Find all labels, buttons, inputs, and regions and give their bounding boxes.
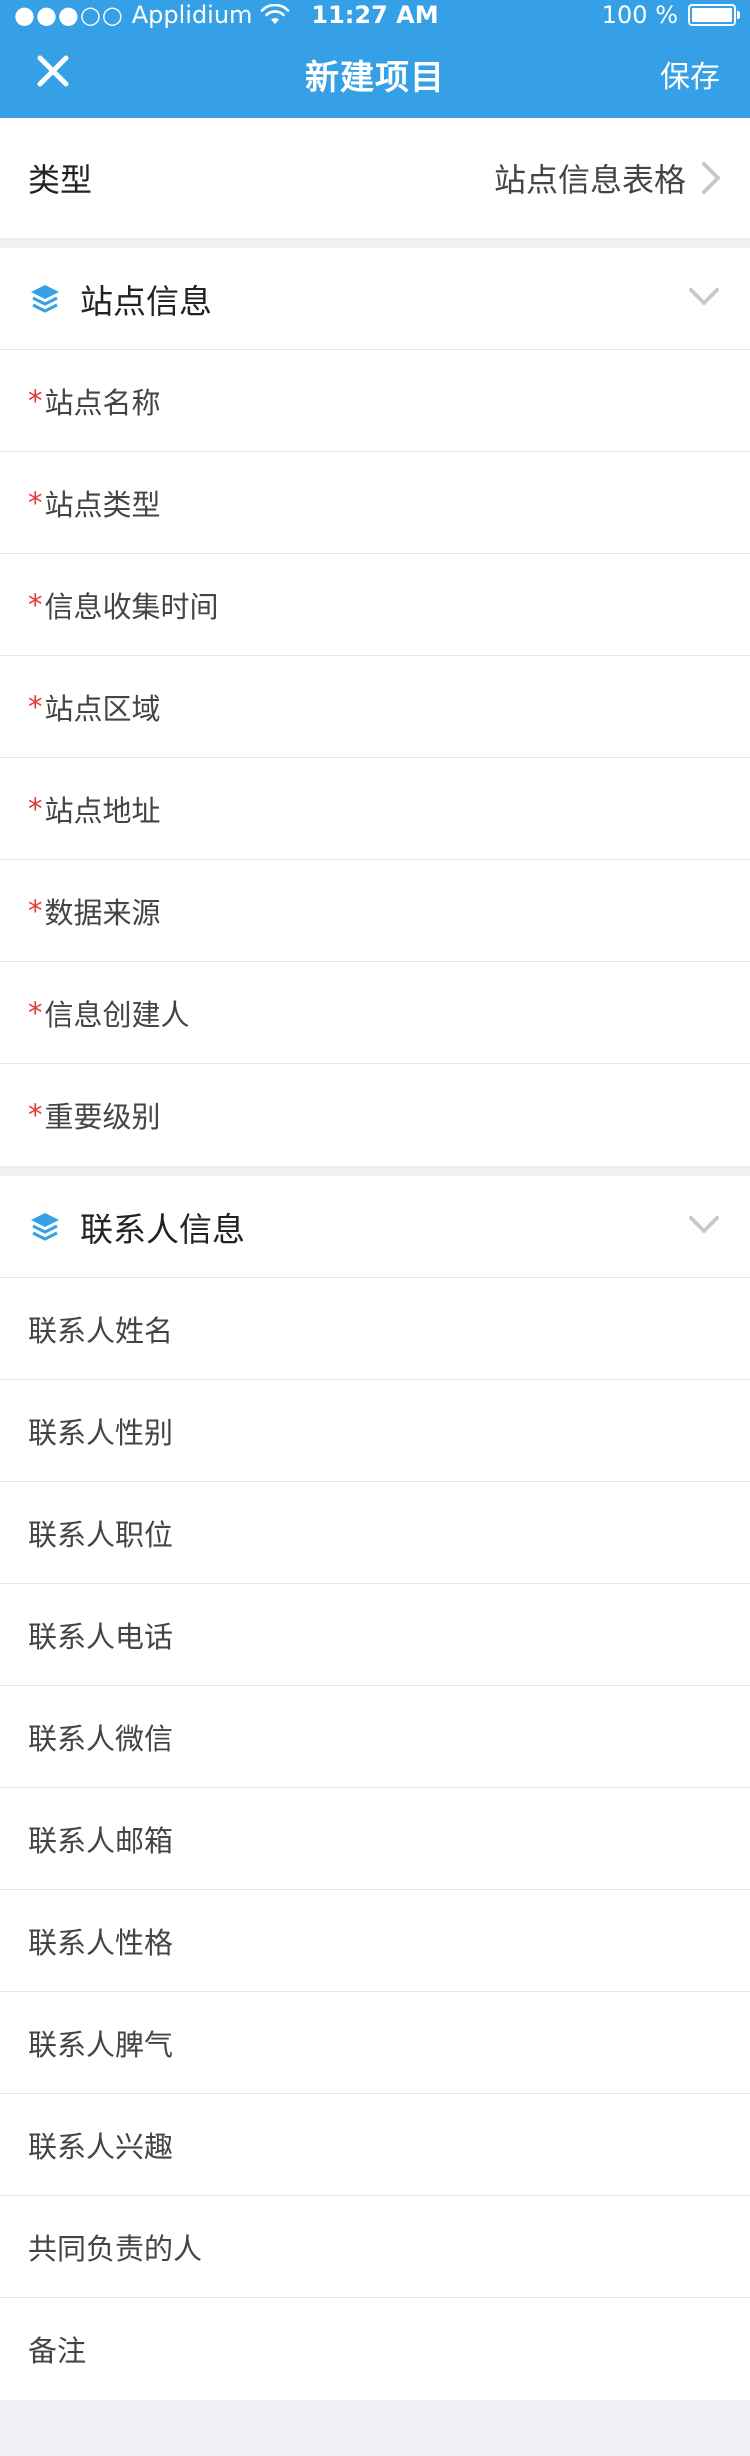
layers-icon <box>31 1212 59 1240</box>
app-header: ●●●○○ Applidium 11:27 AM 100 % 新建项目 保存 <box>0 0 750 118</box>
field-label: 共同负责的人 <box>28 2231 203 2266</box>
battery-icon <box>688 4 740 26</box>
field-co-owner[interactable]: 共同负责的人 <box>0 2196 750 2298</box>
field-label: 站点类型 <box>44 487 161 522</box>
field-contact-position[interactable]: 联系人职位 <box>0 1482 750 1584</box>
field-data-source[interactable]: * 数据来源 <box>0 860 750 962</box>
field-importance[interactable]: * 重要级别 <box>0 1064 750 1166</box>
chevron-down-icon[interactable] <box>688 286 720 308</box>
status-bar: ●●●○○ Applidium 11:27 AM 100 % <box>0 0 750 30</box>
field-site-type[interactable]: * 站点类型 <box>0 452 750 554</box>
required-mark: * <box>28 893 43 928</box>
field-label: 联系人邮箱 <box>28 1823 174 1858</box>
status-left: ●●●○○ Applidium <box>14 0 290 30</box>
nav-bar: 新建项目 保存 <box>0 30 750 118</box>
required-mark: * <box>28 383 43 418</box>
field-contact-gender[interactable]: 联系人性别 <box>0 1380 750 1482</box>
field-label: 联系人微信 <box>28 1721 174 1756</box>
section-site-info: 站点信息 * 站点名称 * 站点类型 * 信息收集时间 * 站点区域 * 站点地址 * 数据… <box>0 248 750 1166</box>
section-divider <box>0 1166 750 1176</box>
battery-percent: 100 % <box>601 1 678 29</box>
field-contact-name[interactable]: 联系人姓名 <box>0 1278 750 1380</box>
field-contact-interests[interactable]: 联系人兴趣 <box>0 2094 750 2196</box>
wifi-icon <box>261 4 290 24</box>
required-mark: * <box>28 485 43 520</box>
close-icon[interactable] <box>36 54 70 88</box>
required-mark: * <box>28 1098 43 1132</box>
type-selector-row[interactable]: 类型 站点信息表格 <box>0 118 750 238</box>
field-label: 站点名称 <box>44 385 161 420</box>
field-label: 数据来源 <box>44 895 161 930</box>
required-mark: * <box>28 791 43 826</box>
field-contact-phone[interactable]: 联系人电话 <box>0 1584 750 1686</box>
section-title: 站点信息 <box>80 281 212 321</box>
field-label: 信息收集时间 <box>44 589 219 624</box>
field-label: 联系人脾气 <box>28 2027 174 2062</box>
field-label: 联系人性别 <box>28 1415 174 1450</box>
carrier-name: Applidium <box>131 1 253 29</box>
field-label: 联系人电话 <box>28 1619 174 1654</box>
section-header[interactable]: 联系人信息 <box>0 1176 750 1278</box>
section-divider <box>0 238 750 248</box>
signal-strength: ●●●○○ <box>14 1 124 29</box>
type-value-group: 站点信息表格 <box>494 155 722 201</box>
field-label: 联系人职位 <box>28 1517 174 1552</box>
field-remarks[interactable]: 备注 <box>0 2298 750 2400</box>
section-title: 联系人信息 <box>80 1209 245 1249</box>
required-mark: * <box>28 587 43 622</box>
field-label: 联系人性格 <box>28 1925 174 1960</box>
field-site-name[interactable]: * 站点名称 <box>0 350 750 452</box>
field-contact-email[interactable]: 联系人邮箱 <box>0 1788 750 1890</box>
field-site-region[interactable]: * 站点区域 <box>0 656 750 758</box>
type-value: 站点信息表格 <box>493 161 686 199</box>
layers-icon <box>31 284 59 312</box>
field-collect-time[interactable]: * 信息收集时间 <box>0 554 750 656</box>
chevron-down-icon[interactable] <box>688 1214 720 1236</box>
field-contact-personality[interactable]: 联系人性格 <box>0 1890 750 1992</box>
field-label: 重要级别 <box>44 1100 161 1134</box>
save-button[interactable]: 保存 <box>660 52 720 96</box>
field-label: 联系人姓名 <box>28 1313 174 1348</box>
required-mark: * <box>28 995 43 1030</box>
page-title: 新建项目 <box>305 57 445 98</box>
field-label: 站点区域 <box>44 691 161 726</box>
section-contact-info: 联系人信息 联系人姓名 联系人性别 联系人职位 联系人电话 联系人微信 联系人邮… <box>0 1176 750 2400</box>
type-label: 类型 <box>28 161 93 199</box>
field-site-address[interactable]: * 站点地址 <box>0 758 750 860</box>
chevron-right-icon <box>702 162 720 194</box>
required-mark: * <box>28 689 43 724</box>
section-header[interactable]: 站点信息 <box>0 248 750 350</box>
field-label: 站点地址 <box>44 793 161 828</box>
field-label: 联系人兴趣 <box>28 2129 174 2164</box>
field-label: 信息创建人 <box>44 997 190 1032</box>
field-contact-wechat[interactable]: 联系人微信 <box>0 1686 750 1788</box>
status-right: 100 % <box>601 0 740 30</box>
field-creator[interactable]: * 信息创建人 <box>0 962 750 1064</box>
field-contact-temper[interactable]: 联系人脾气 <box>0 1992 750 2094</box>
field-label: 备注 <box>28 2334 87 2368</box>
